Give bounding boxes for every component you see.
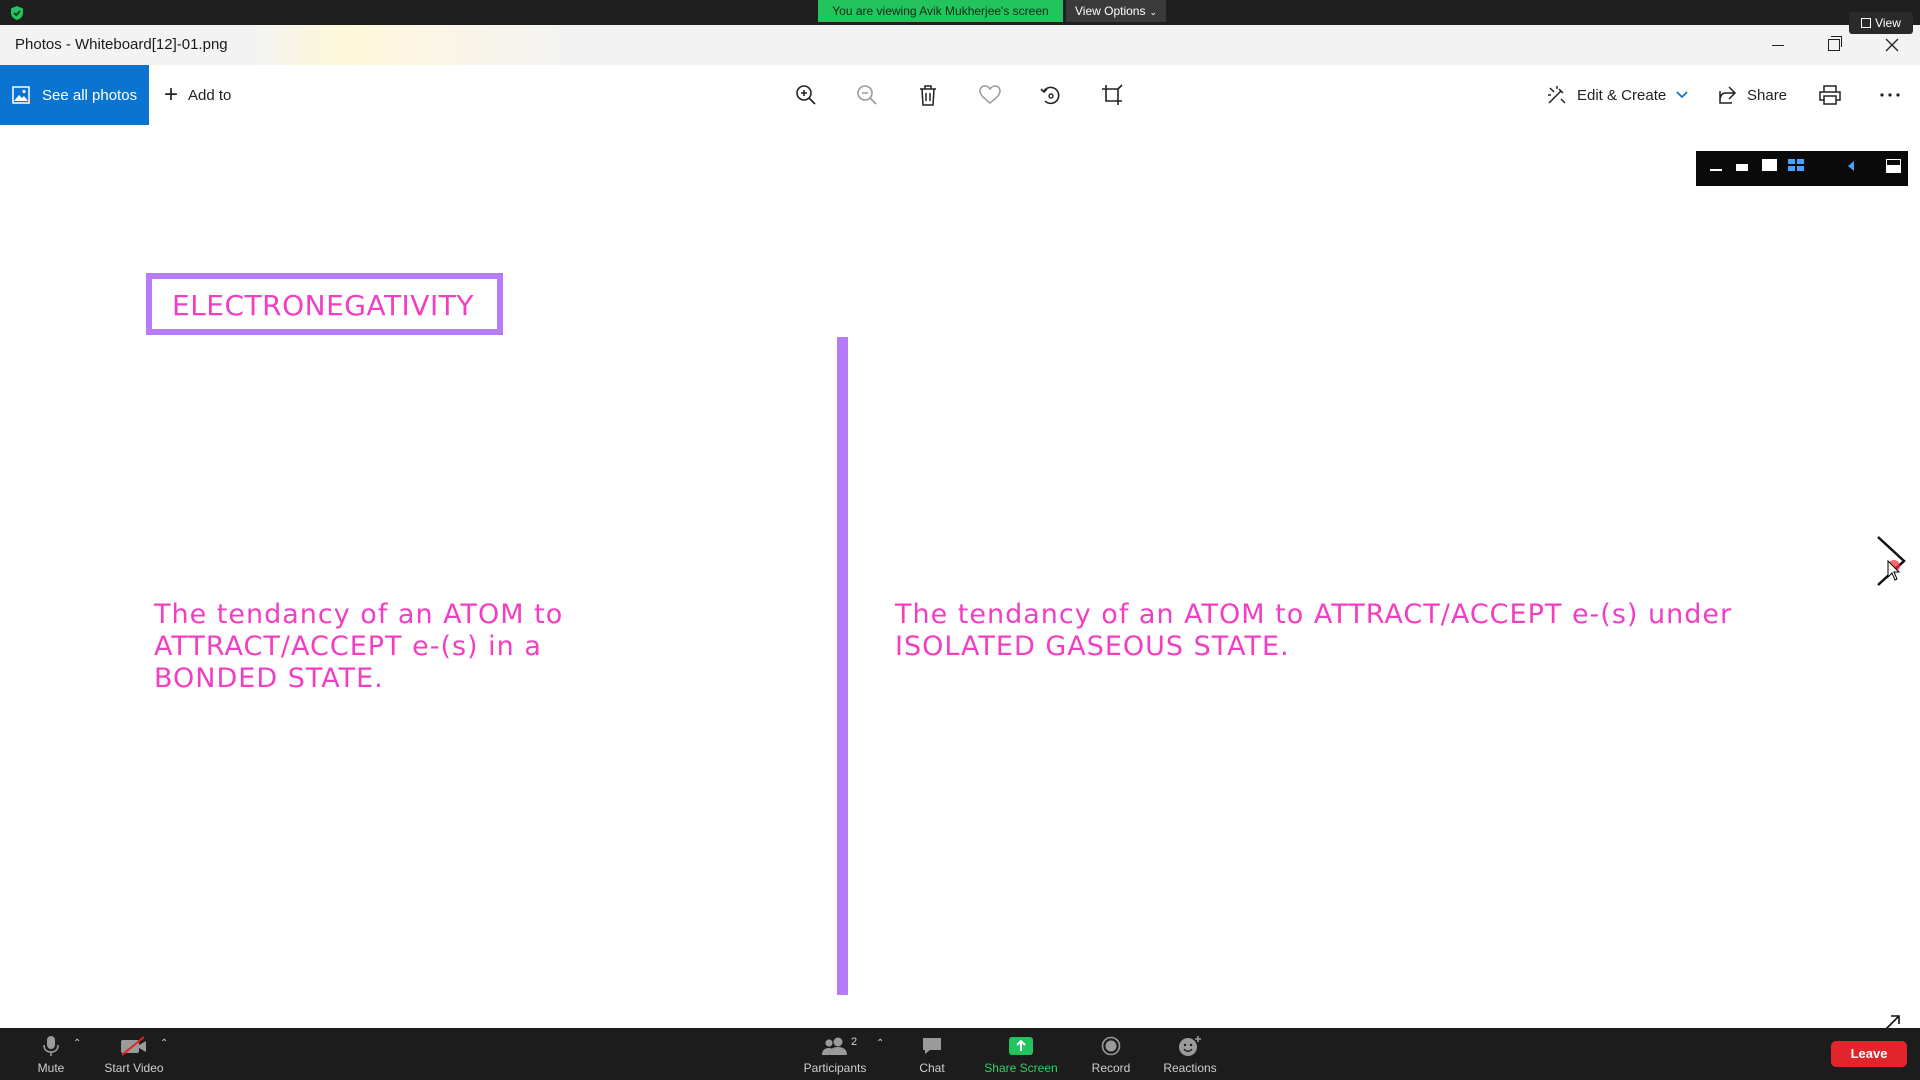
video-off-icon: [121, 1036, 146, 1056]
minimize-icon: [1772, 44, 1784, 46]
print-icon: [1819, 85, 1841, 105]
video-options-caret-icon[interactable]: ⌃: [160, 1038, 168, 1049]
record-label: Record: [1091, 1061, 1131, 1075]
chat-label: Chat: [919, 1061, 945, 1075]
mute-button[interactable]: Mute: [30, 1028, 72, 1080]
audio-options-caret-icon[interactable]: ⌃: [73, 1038, 81, 1049]
isolated-state-definition: The tendancy of an ATOM to ATTRACT/ACCEP…: [895, 599, 1775, 663]
share-screen-label: Share Screen: [984, 1061, 1058, 1075]
bonded-state-definition: The tendancy of an ATOM to ATTRACT/ACCEP…: [154, 599, 564, 694]
mute-label: Mute: [37, 1061, 65, 1075]
participants-icon: [822, 1037, 847, 1055]
more-options-button[interactable]: [1876, 81, 1904, 109]
record-icon: [1101, 1036, 1121, 1056]
chevron-down-icon: ⌄: [1149, 7, 1158, 17]
photos-toolbar: See all photos + Add to Edit & Create Sh…: [0, 65, 1920, 125]
share-label: Share: [1747, 86, 1788, 104]
edit-create-button[interactable]: Edit & Create: [1547, 65, 1688, 125]
view-button[interactable]: View: [1849, 12, 1913, 34]
participants-count: 2: [851, 1036, 858, 1048]
view-label: View: [1875, 16, 1901, 30]
see-all-photos-button[interactable]: See all photos: [0, 65, 149, 125]
minimize-button[interactable]: [1750, 25, 1806, 65]
zoom-in-button[interactable]: [792, 81, 820, 109]
participants-button[interactable]: Participants: [796, 1028, 874, 1080]
rotate-icon: [1040, 86, 1060, 105]
print-button[interactable]: [1816, 81, 1844, 109]
view-options-button[interactable]: View Options ⌄: [1066, 0, 1166, 22]
delete-icon: [920, 85, 936, 106]
chat-icon: [923, 1038, 941, 1054]
rotate-button[interactable]: [1037, 81, 1065, 109]
share-screen-icon: [1009, 1037, 1033, 1055]
favorite-icon: [979, 85, 1001, 104]
view-options-label: View Options: [1074, 4, 1146, 18]
reactions-label: Reactions: [1163, 1061, 1217, 1075]
zoom-in-icon: [796, 85, 816, 105]
restore-icon: [1828, 36, 1842, 51]
whiteboard-heading: ELECTRONEGATIVITY: [172, 289, 474, 322]
participants-label: Participants: [803, 1061, 867, 1075]
add-to-label: Add to: [188, 86, 232, 104]
shield-icon: [11, 6, 23, 20]
delete-button[interactable]: [914, 81, 942, 109]
record-button[interactable]: Record: [1086, 1028, 1136, 1080]
mouse-cursor-icon: [1887, 560, 1901, 581]
favorite-button[interactable]: [976, 81, 1004, 109]
photos-icon: [12, 86, 30, 104]
viewing-screen-banner: You are viewing Avik Mukherjee's screen: [818, 0, 1063, 22]
start-video-button[interactable]: Start Video: [96, 1028, 172, 1080]
edit-create-icon: [1548, 86, 1566, 104]
chat-button[interactable]: Chat: [910, 1028, 954, 1080]
window-title-bar: Photos - Whiteboard[12]-01.png: [0, 25, 1920, 65]
share-screen-button[interactable]: Share Screen: [976, 1028, 1066, 1080]
zoom-out-button[interactable]: [853, 81, 881, 109]
vertical-divider: [837, 337, 848, 995]
grid-icon: [1861, 18, 1872, 28]
whiteboard-image: ELECTRONEGATIVITY The tendancy of an ATO…: [0, 125, 1920, 1028]
crop-icon: [1102, 84, 1123, 105]
share-icon: [1719, 86, 1737, 104]
microphone-icon: [43, 1036, 59, 1056]
isolated-state-definition-line2: ISOLATED GASEOUS STATE.: [895, 631, 1290, 662]
zoom-top-bar: You are viewing Avik Mukherjee's screen …: [0, 0, 1920, 25]
heading-frame: ELECTRONEGATIVITY: [146, 273, 503, 335]
participants-options-caret-icon[interactable]: ⌃: [876, 1038, 884, 1049]
add-to-button[interactable]: + Add to: [164, 65, 231, 125]
reactions-button[interactable]: Reactions: [1157, 1028, 1223, 1080]
reactions-icon: [1179, 1036, 1201, 1056]
crop-button[interactable]: [1098, 81, 1126, 109]
plus-icon: +: [164, 81, 179, 108]
zoom-meeting-controls: Mute ⌃ Start Video ⌃ Participants 2 ⌃ Ch…: [0, 1028, 1920, 1080]
edit-create-label: Edit & Create: [1577, 86, 1667, 104]
zoom-out-icon: [857, 85, 877, 105]
more-icon: [1880, 93, 1900, 97]
share-button[interactable]: Share: [1717, 65, 1787, 125]
leave-meeting-button[interactable]: Leave: [1831, 1041, 1907, 1067]
window-title: Photos - Whiteboard[12]-01.png: [15, 36, 228, 53]
isolated-state-definition-line1: The tendancy of an ATOM to ATTRACT/ACCEP…: [895, 599, 1733, 630]
start-video-label: Start Video: [104, 1061, 164, 1075]
chevron-down-icon: [1676, 91, 1688, 99]
close-icon: [1885, 38, 1899, 52]
see-all-photos-label: See all photos: [42, 86, 138, 104]
